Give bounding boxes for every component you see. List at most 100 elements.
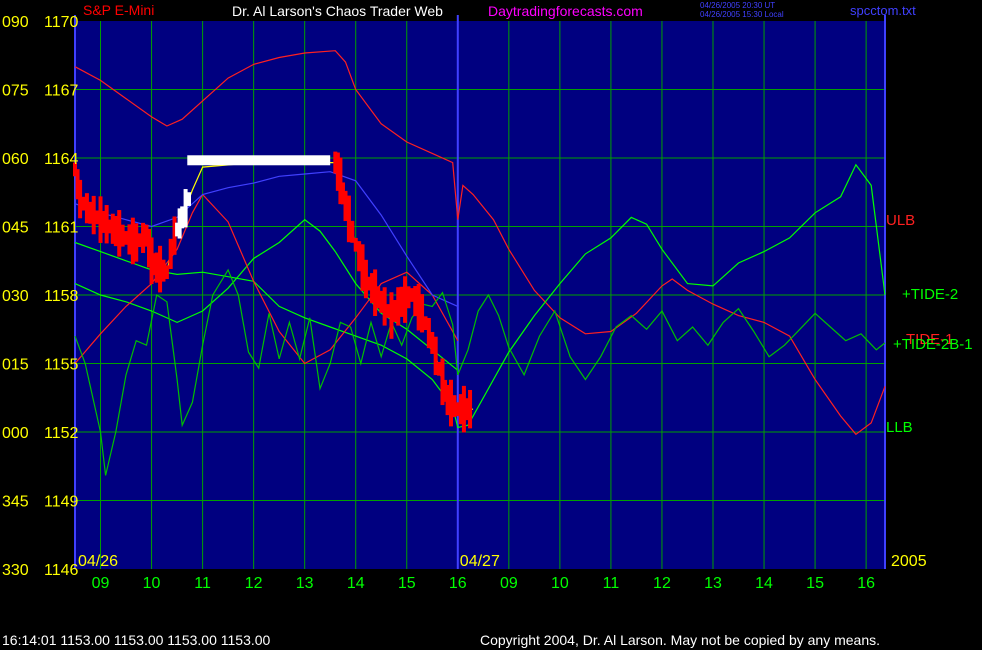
price-bar [161,259,166,282]
price-bar [141,222,146,253]
x-tick-label: 10 [143,575,161,592]
y-tick-angle: 330 [2,562,29,579]
price-bar [406,286,411,309]
price-bar [180,206,185,229]
price-bar [386,304,391,318]
y-tick-price: 1161 [44,220,79,237]
series-annotation: LLB [886,419,913,436]
y-tick-price: 1155 [44,357,79,374]
price-bar [137,233,142,248]
price-bar [448,379,453,427]
price-bar [120,224,125,247]
price-bar [343,190,348,222]
y-tick-angle: 345 [2,494,29,511]
price-bar [186,192,191,206]
x-tick-label: 10 [551,575,569,592]
year-label: 2005 [891,553,927,570]
x-tick-label: 14 [755,575,773,592]
price-bar [78,179,83,219]
site-link: Daytradingforecasts.com [488,3,643,19]
y-tick-angle: 060 [2,151,29,168]
price-bar [113,215,118,247]
price-bar [403,276,408,323]
series-annotation: ULB [886,212,915,229]
price-bar [426,317,431,349]
price-bar [168,238,173,269]
data-filename: spcctom.txt [850,3,916,18]
series-annotation: +TIDE-2 [902,286,958,303]
price-bar [430,331,435,354]
price-bar [360,244,365,291]
price-bar [350,220,355,243]
x-tick-label: 12 [245,575,263,592]
y-tick-price: 1167 [44,83,79,100]
chart-page: 090 1170 075 1167 060 1164 045 1161 030 1158 015 11… [0,0,982,650]
price-bar [154,252,159,283]
price-bar [117,210,122,257]
x-tick-label: 11 [603,575,620,592]
chart-canvas: 090 1170 075 1167 060 1164 045 1161 030 1158 015 11… [2,1,973,648]
price-bar [468,389,473,429]
x-tick-label: 13 [704,575,722,592]
last-quote: 16:14:01 1153.00 1153.00 1153.00 1153.00 [2,632,271,648]
y-tick-angle: 000 [2,425,29,442]
y-tick-angle: 045 [2,220,29,237]
price-bar [353,237,358,252]
price-bar [379,290,384,313]
x-tick-label: 15 [806,575,824,592]
date-label: 04/26 [78,553,118,570]
price-bar [95,210,100,225]
y-tick-angle: 030 [2,288,29,305]
x-tick-label: 14 [347,575,365,592]
projection-bar [187,155,331,166]
price-bar [399,286,404,317]
x-tick-label: 09 [500,575,518,592]
y-tick-price: 1152 [44,425,79,442]
x-tick-label: 12 [653,575,671,592]
price-bar [396,287,401,326]
series-annotation: +TIDE-2B-1 [893,336,973,353]
y-tick-angle: 075 [2,83,29,100]
price-bar [437,361,442,376]
price-bar [124,231,129,245]
price-bar [164,265,169,280]
price-bar [130,217,135,265]
price-bar [382,287,387,326]
x-tick-label: 09 [92,575,110,592]
date-label: 04/27 [460,553,500,570]
page-title: Dr. Al Larson's Chaos Trader Web [232,3,443,19]
price-bar [346,195,351,243]
price-bar [84,193,89,224]
price-bar [134,223,139,262]
price-bar [445,384,450,416]
price-bar [127,224,132,255]
price-bar [88,201,93,224]
price-bar [413,286,418,317]
price-bar [420,294,425,333]
price-bar [409,288,414,302]
price-bar [81,196,86,211]
price-bar [392,300,397,322]
price-bar [416,283,421,331]
price-bar [452,395,457,418]
copyright-notice: Copyright 2004, Dr. Al Larson. May not b… [480,632,880,648]
x-tick-label: 16 [857,575,875,592]
timestamp-ut: 04/26/2005 20:30 UT [700,1,775,10]
x-tick-label: 16 [449,575,467,592]
y-tick-price: 1170 [44,14,79,31]
price-bar [183,189,188,228]
price-bar [433,336,438,376]
y-tick-price: 1149 [44,494,79,511]
timestamp-local: 04/26/2005 15:30 Local [700,10,784,19]
x-tick-label: 11 [194,575,211,592]
price-bar [389,292,394,339]
y-tick-price: 1158 [44,288,79,305]
price-bar [91,195,96,235]
y-tick-price: 1164 [44,151,79,168]
x-tick-label: 15 [398,575,416,592]
price-bar [158,245,163,293]
y-tick-angle: 015 [2,357,29,374]
y-tick-angle: 090 [2,14,29,31]
price-bar [357,241,362,272]
y-tick-price: 1146 [44,562,79,579]
